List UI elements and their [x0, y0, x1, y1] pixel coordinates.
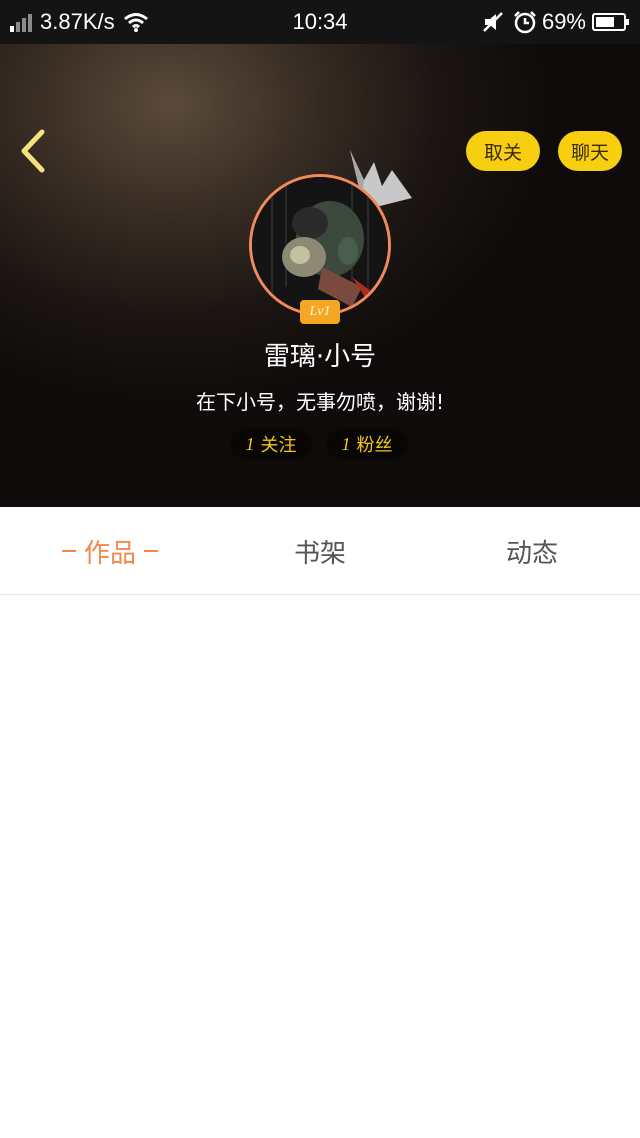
following-stat[interactable]: 1 关注	[230, 428, 312, 460]
fans-count: 1	[341, 433, 351, 454]
level-badge: Lv1	[300, 300, 340, 324]
mute-icon	[483, 12, 503, 32]
tab-bar: 作品 书架 动态	[0, 507, 640, 595]
following-label: 关注	[260, 435, 297, 456]
bio: 在下小号，无事勿喷，谢谢!	[195, 390, 445, 414]
battery-icon	[592, 13, 629, 31]
fans-label: 粉丝	[356, 435, 393, 456]
tab-active-dash-right	[144, 550, 158, 552]
unfollow-button[interactable]: 取关	[466, 131, 540, 171]
username: 雷璃·小号	[263, 342, 377, 372]
tab-works[interactable]: 作品	[30, 507, 190, 595]
tab-bookshelf[interactable]: 书架	[240, 507, 400, 595]
tab-active-dash-left	[61, 550, 76, 552]
tab-label: 作品	[83, 538, 136, 569]
avatar-image	[252, 177, 388, 313]
battery-percent: 69%	[541, 9, 586, 34]
tab-label: 动态	[505, 538, 558, 569]
tab-feed[interactable]: 动态	[452, 507, 612, 595]
status-bar: 3.87K/s 10:34 69%	[0, 0, 640, 44]
tab-label: 书架	[293, 538, 346, 569]
profile-header: 取关 聊天 Lv1 雷璃·小号 在下小号，无事勿喷，谢谢! 1 关注 1 粉丝	[0, 44, 640, 507]
profile-screen: 3.87K/s 10:34 69% 取关 聊天 Lv1 雷璃·小号 在下小号，无…	[0, 0, 640, 1138]
avatar[interactable]	[249, 174, 391, 316]
fans-stat[interactable]: 1 粉丝	[326, 428, 408, 460]
alarm-icon	[514, 11, 536, 34]
status-right: 69%	[482, 9, 630, 35]
following-count: 1	[245, 433, 255, 454]
chevron-left-icon[interactable]	[14, 126, 54, 176]
tab-content	[0, 596, 640, 1138]
chat-button[interactable]: 聊天	[558, 131, 622, 171]
